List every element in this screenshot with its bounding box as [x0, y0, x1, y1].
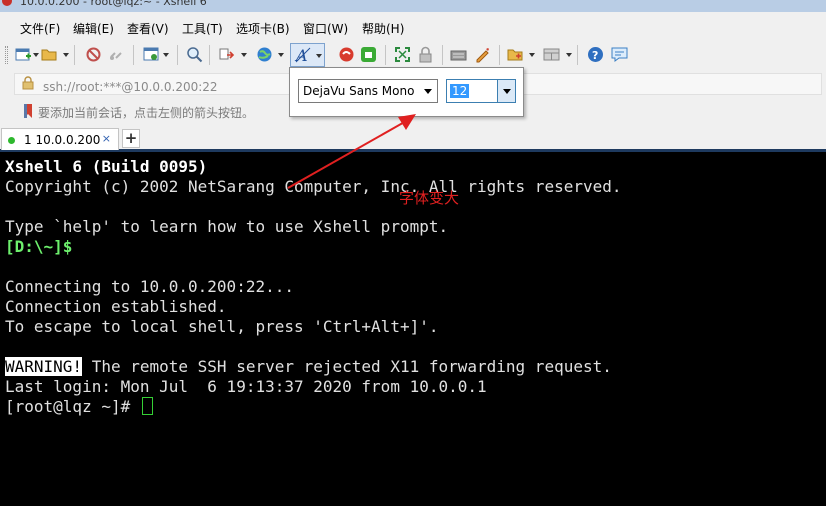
xshell-app-icon — [2, 0, 12, 6]
address-text: ssh://root:***@10.0.0.200:22 — [43, 80, 218, 94]
terminal-line: To escape to local shell, press 'Ctrl+Al… — [5, 317, 439, 336]
toolbar-separator — [499, 45, 500, 65]
font-size-dropdown-button[interactable] — [497, 80, 515, 102]
font-icon: A — [294, 46, 311, 64]
compose-icon[interactable] — [474, 46, 491, 63]
tab-close-icon[interactable]: × — [102, 132, 111, 145]
font-family-value: DejaVu Sans Mono — [303, 84, 415, 98]
new-tab-button[interactable]: + — [122, 129, 140, 148]
xftp-green-icon[interactable] — [360, 46, 377, 63]
address-field-right[interactable] — [522, 73, 822, 95]
globe-dropdown[interactable] — [278, 53, 284, 57]
reconnect-icon[interactable] — [108, 46, 125, 63]
font-size-value: 12 — [450, 84, 470, 98]
hint-text: 要添加当前会话，点击左侧的箭头按钮。 — [38, 106, 255, 120]
find-icon[interactable] — [186, 46, 203, 63]
menu-window[interactable]: 窗口(W) — [303, 20, 348, 37]
fullscreen-icon[interactable] — [394, 46, 411, 63]
bookmark-icon[interactable] — [22, 103, 34, 119]
connection-status-icon — [8, 137, 15, 144]
menu-tabs[interactable]: 选项卡(B) — [236, 20, 290, 37]
open-folder-icon[interactable] — [41, 46, 58, 63]
font-family-dropdown-button[interactable] — [419, 80, 437, 102]
toolbar-grip[interactable] — [5, 46, 8, 64]
toolbar: A ? — [0, 40, 826, 70]
disconnect-icon[interactable] — [85, 46, 102, 63]
menu-help[interactable]: 帮助(H) — [362, 20, 404, 37]
terminal-line: Connection established. — [5, 297, 227, 316]
font-dropdown-arrow — [316, 54, 322, 58]
layout-icon[interactable] — [543, 46, 560, 63]
toolbar-separator — [442, 45, 443, 65]
session-tab-label: 1 10.0.0.200 — [24, 133, 101, 147]
lock-icon[interactable] — [417, 46, 434, 63]
annotation-label: 字体变大 — [399, 189, 460, 207]
warning-label: WARNING! — [5, 357, 83, 376]
toolbar-separator — [74, 45, 75, 65]
font-size-select[interactable]: 12 — [446, 79, 516, 103]
terminal-cursor — [141, 397, 153, 415]
globe-icon[interactable] — [256, 46, 273, 63]
terminal-line: Last login: Mon Jul 6 19:13:37 2020 from… — [5, 377, 487, 396]
xftp-icon[interactable] — [338, 46, 355, 63]
menu-file[interactable]: 文件(F) — [20, 20, 60, 37]
terminal-prompt: [root@lqz ~]# — [5, 397, 140, 416]
window-title: 10.0.0.200 - root@lqz:~ - Xshell 6 — [20, 0, 207, 8]
terminal-line: Xshell 6 (Build 0095) — [5, 157, 208, 176]
chevron-down-icon — [424, 89, 432, 94]
new-tab-icon[interactable] — [507, 46, 524, 63]
open-dropdown[interactable] — [63, 53, 69, 57]
properties-icon[interactable] — [143, 46, 160, 63]
keyboard-icon[interactable] — [450, 46, 467, 63]
terminal-prompt-line: [root@lqz ~]# — [5, 397, 153, 417]
menu-view[interactable]: 查看(V) — [127, 20, 169, 37]
new-session-dropdown[interactable] — [33, 53, 39, 57]
address-lock-icon — [22, 76, 34, 90]
menu-tools[interactable]: 工具(T) — [182, 20, 223, 37]
chevron-down-icon — [503, 89, 511, 94]
transfer-dropdown[interactable] — [241, 53, 247, 57]
font-popup: DejaVu Sans Mono 12 — [289, 67, 524, 117]
new-tab-dropdown[interactable] — [529, 53, 535, 57]
menu-bar: 文件(F) 编辑(E) 查看(V) 工具(T) 选项卡(B) 窗口(W) 帮助(… — [0, 12, 826, 40]
terminal-line: Connecting to 10.0.0.200:22... — [5, 277, 294, 296]
layout-dropdown[interactable] — [566, 53, 572, 57]
help-icon[interactable]: ? — [587, 46, 604, 63]
chat-icon[interactable] — [611, 46, 628, 63]
warning-text: The remote SSH server rejected X11 forwa… — [82, 357, 612, 376]
terminal-line: Copyright (c) 2002 NetSarang Computer, I… — [5, 177, 622, 196]
menu-edit[interactable]: 编辑(E) — [73, 20, 114, 37]
tab-bar: 1 10.0.0.200 × + — [0, 124, 826, 152]
terminal-line: Type `help' to learn how to use Xshell p… — [5, 217, 449, 236]
transfer-icon[interactable] — [218, 46, 235, 63]
properties-dropdown[interactable] — [163, 53, 169, 57]
new-session-icon[interactable] — [15, 46, 32, 63]
toolbar-separator — [577, 45, 578, 65]
font-family-select[interactable]: DejaVu Sans Mono — [298, 79, 438, 103]
session-tab[interactable]: 1 10.0.0.200 × — [1, 128, 119, 150]
address-field[interactable]: ssh://root:***@10.0.0.200:22 — [14, 73, 290, 95]
svg-text:?: ? — [592, 49, 598, 62]
toolbar-separator — [385, 45, 386, 65]
toolbar-separator — [133, 45, 134, 65]
toolbar-separator — [209, 45, 210, 65]
font-button[interactable]: A — [290, 43, 325, 67]
toolbar-separator — [177, 45, 178, 65]
terminal-prompt-local: [D:\~]$ — [5, 237, 73, 256]
terminal-warning-line: WARNING! The remote SSH server rejected … — [5, 357, 612, 377]
title-bar: 10.0.0.200 - root@lqz:~ - Xshell 6 — [0, 0, 826, 12]
